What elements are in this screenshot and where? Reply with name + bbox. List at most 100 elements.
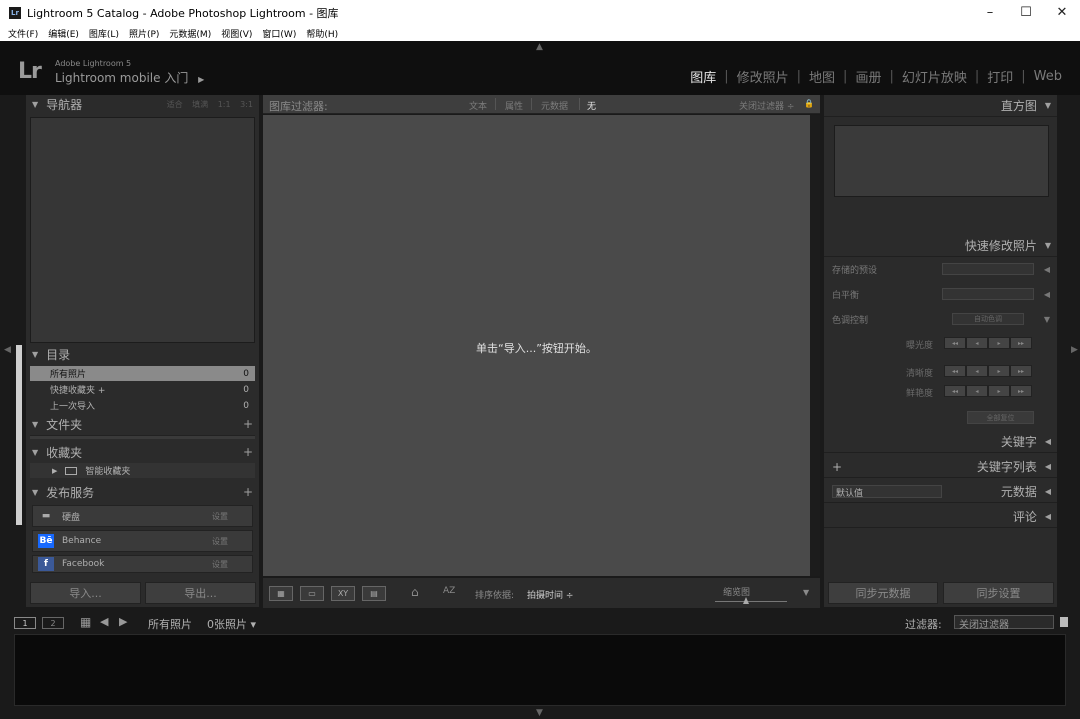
module-slideshow[interactable]: 幻灯片放映 xyxy=(894,67,975,86)
lock-icon[interactable]: 🔒 xyxy=(804,99,814,108)
maximize-button[interactable]: ☐ xyxy=(1008,0,1044,25)
zoom-fill[interactable]: 填满 xyxy=(192,100,208,109)
menu-metadata[interactable]: 元数据(M) xyxy=(169,27,211,40)
left-collapse-strip[interactable]: ◀ xyxy=(0,95,14,610)
triangle-left-icon[interactable]: ◀ xyxy=(1044,265,1050,274)
vibrance-stepper[interactable]: ◂◂ ◂ ▸ ▸▸ xyxy=(944,385,1032,397)
minimize-button[interactable]: – xyxy=(972,0,1008,25)
step-button[interactable]: ◂◂ xyxy=(944,337,966,349)
step-button[interactable]: ◂ xyxy=(966,365,988,377)
primary-display-button[interactable]: 1 xyxy=(14,617,36,629)
filter-metadata-tab[interactable]: 元数据 xyxy=(541,99,568,112)
keywording-header[interactable]: 关键字 ◀ xyxy=(824,431,1057,453)
filmstrip-source[interactable]: 所有照片 xyxy=(148,616,192,632)
add-folder-icon[interactable]: + xyxy=(243,417,253,431)
step-button[interactable]: ◂ xyxy=(966,337,988,349)
grid-view-icon[interactable]: ▦ xyxy=(269,586,293,601)
step-button[interactable]: ▸ xyxy=(988,337,1010,349)
export-button[interactable]: 导出... xyxy=(145,582,256,604)
menu-photo[interactable]: 照片(P) xyxy=(129,27,159,40)
metadata-preset-select[interactable]: 默认值 xyxy=(832,485,942,499)
auto-tone-button[interactable]: 自动色调 xyxy=(952,313,1024,325)
menu-file[interactable]: 文件(F) xyxy=(8,27,38,40)
compare-view-icon[interactable]: XY xyxy=(331,586,355,601)
publish-services-header[interactable]: ▼ 发布服务 + xyxy=(26,483,259,501)
module-map[interactable]: 地图 xyxy=(801,67,843,86)
menu-view[interactable]: 视图(V) xyxy=(221,27,252,40)
filter-preset-select[interactable]: 关闭过滤器 ÷ xyxy=(739,99,794,112)
sync-metadata-button[interactable]: 同步元数据 xyxy=(828,582,938,604)
publish-service-row[interactable]: Bē Behance 设置 xyxy=(32,530,253,552)
close-button[interactable]: ✕ xyxy=(1044,0,1080,25)
step-button[interactable]: ◂◂ xyxy=(944,385,966,397)
module-web[interactable]: Web xyxy=(1026,69,1070,84)
step-button[interactable]: ▸ xyxy=(988,365,1010,377)
step-button[interactable]: ◂ xyxy=(966,385,988,397)
left-panel-scrollbar[interactable] xyxy=(16,345,22,525)
step-button[interactable]: ▸▸ xyxy=(1010,385,1032,397)
step-button[interactable]: ◂◂ xyxy=(944,365,966,377)
exposure-stepper[interactable]: ◂◂ ◂ ▸ ▸▸ xyxy=(944,337,1032,349)
right-collapse-strip[interactable]: ▶ xyxy=(1066,95,1080,610)
catalog-row[interactable]: 快捷收藏夹 + 0 xyxy=(30,382,255,397)
grid-scrollbar[interactable] xyxy=(810,115,820,576)
metadata-header[interactable]: 默认值 元数据 ◀ xyxy=(824,481,1057,503)
filmstrip[interactable] xyxy=(14,634,1066,706)
loupe-view-icon[interactable]: ▭ xyxy=(300,586,324,601)
menu-edit[interactable]: 编辑(E) xyxy=(48,27,79,40)
toolbar-menu-chevron-icon[interactable]: ▼ xyxy=(803,588,809,597)
quick-develop-header[interactable]: 快速修改照片 ▼ xyxy=(824,235,1057,257)
filter-none-tab[interactable]: 无 xyxy=(587,99,596,112)
navigator-header[interactable]: ▼ 导航器 适合 填满 1:1 3:1 xyxy=(26,95,259,113)
add-collection-icon[interactable]: + xyxy=(243,445,253,459)
publish-setup-button[interactable]: 设置 xyxy=(212,511,228,522)
thumbnail-size-slider[interactable] xyxy=(715,601,787,602)
zoom-3-1[interactable]: 3:1 xyxy=(240,100,253,109)
publish-service-row[interactable]: f Facebook 设置 xyxy=(32,555,253,573)
forward-arrow-icon[interactable]: ▶ xyxy=(119,615,127,628)
histogram-header[interactable]: 直方图 ▼ xyxy=(824,95,1057,117)
triangle-down-icon[interactable]: ▼ xyxy=(1044,315,1050,324)
survey-view-icon[interactable]: ▤ xyxy=(362,586,386,601)
back-arrow-icon[interactable]: ◀ xyxy=(100,615,108,628)
zoom-1-1[interactable]: 1:1 xyxy=(218,100,231,109)
sync-settings-button[interactable]: 同步设置 xyxy=(943,582,1054,604)
filter-text-tab[interactable]: 文本 xyxy=(469,99,487,112)
add-keyword-icon[interactable]: + xyxy=(832,460,842,474)
module-book[interactable]: 画册 xyxy=(847,67,889,86)
clarity-stepper[interactable]: ◂◂ ◂ ▸ ▸▸ xyxy=(944,365,1032,377)
keyword-list-header[interactable]: + 关键字列表 ◀ xyxy=(824,456,1057,478)
module-develop[interactable]: 修改照片 xyxy=(729,67,797,86)
add-publish-service-icon[interactable]: + xyxy=(243,485,253,499)
filmstrip-filter-select[interactable]: 关闭过滤器 xyxy=(954,615,1054,631)
module-print[interactable]: 打印 xyxy=(979,67,1021,86)
step-button[interactable]: ▸▸ xyxy=(1010,337,1032,349)
zoom-fit[interactable]: 适合 xyxy=(167,100,183,109)
menu-library[interactable]: 图库(L) xyxy=(89,27,119,40)
collapse-top-arrow-icon[interactable]: ▲ xyxy=(536,42,543,52)
filter-attribute-tab[interactable]: 属性 xyxy=(505,99,523,112)
step-button[interactable]: ▸ xyxy=(988,385,1010,397)
catalog-row[interactable]: 所有照片 0 xyxy=(30,366,255,381)
publish-service-row[interactable]: ▬ 硬盘 设置 xyxy=(32,505,253,527)
reset-all-button[interactable]: 全部复位 xyxy=(967,411,1034,424)
catalog-header[interactable]: ▼ 目录 xyxy=(26,345,259,363)
menu-help[interactable]: 帮助(H) xyxy=(306,27,338,40)
step-button[interactable]: ▸▸ xyxy=(1010,365,1032,377)
sort-select[interactable]: 拍摄时间 ÷ xyxy=(527,588,573,601)
folders-header[interactable]: ▼ 文件夹 + xyxy=(26,415,259,433)
saved-preset-select[interactable] xyxy=(942,263,1034,275)
import-button[interactable]: 导入... xyxy=(30,582,141,604)
module-library[interactable]: 图库 xyxy=(682,67,724,86)
grid-icon[interactable]: ▦ xyxy=(80,615,91,629)
grid-view[interactable]: 单击“导入...”按钮开始。 xyxy=(263,115,810,576)
publish-setup-button[interactable]: 设置 xyxy=(212,559,228,570)
collapse-right-arrow-icon[interactable]: ▶ xyxy=(1071,345,1078,355)
collections-header[interactable]: ▼ 收藏夹 + xyxy=(26,443,259,461)
collapse-left-arrow-icon[interactable]: ◀ xyxy=(4,345,11,355)
comments-header[interactable]: 评论 ◀ xyxy=(824,506,1057,528)
triangle-left-icon[interactable]: ◀ xyxy=(1044,290,1050,299)
collapse-bottom-arrow-icon[interactable]: ▼ xyxy=(536,708,543,718)
catalog-row[interactable]: 上一次导入 0 xyxy=(30,398,255,413)
filter-lock-icon[interactable] xyxy=(1060,617,1068,627)
